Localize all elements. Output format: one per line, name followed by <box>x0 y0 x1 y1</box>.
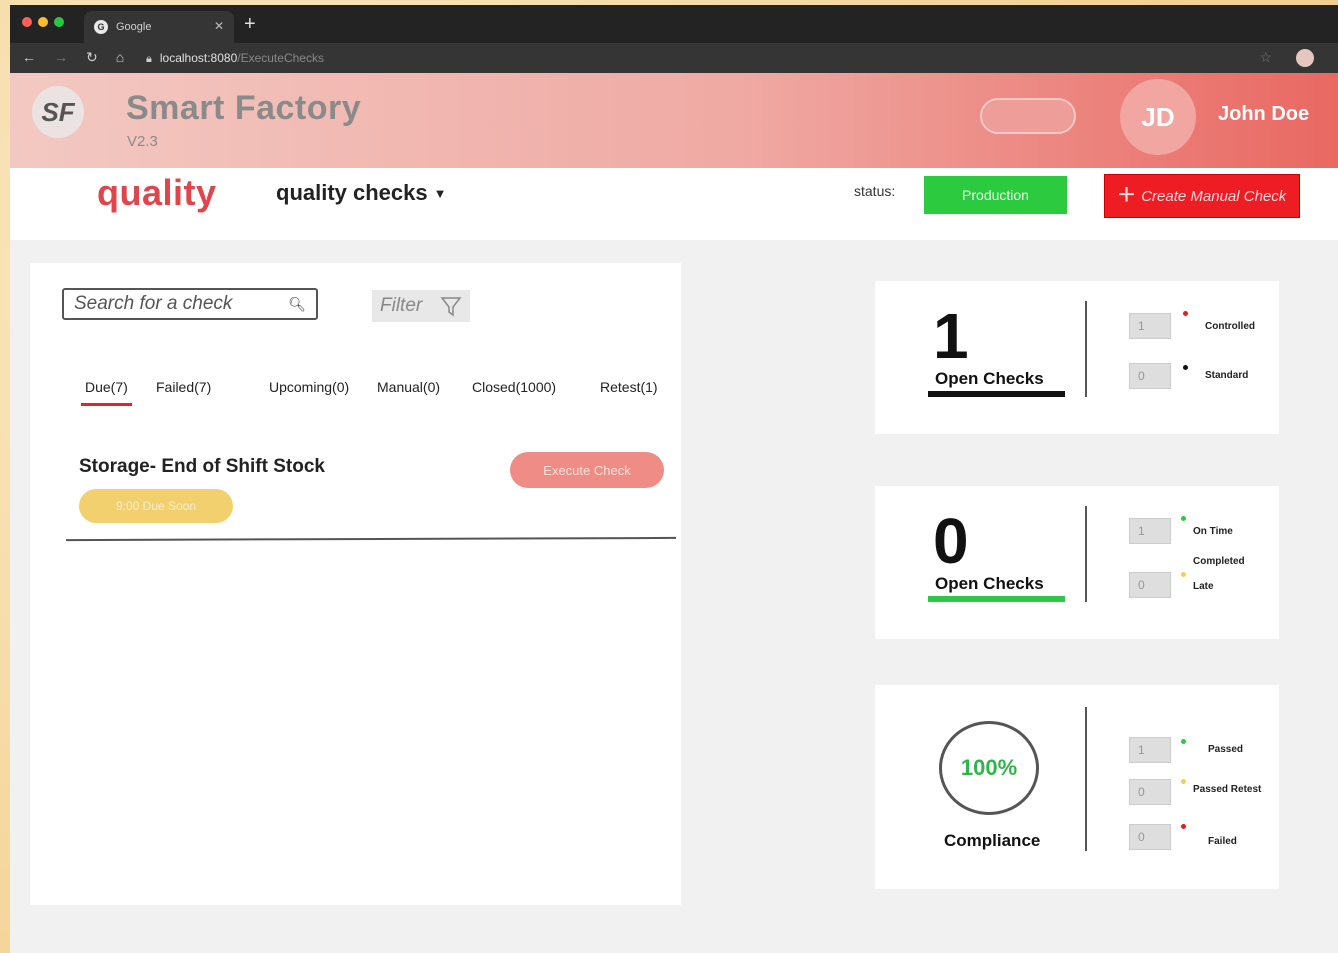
completed-checks-count: 0 <box>933 505 969 577</box>
browser-tabbar: G Google ✕ + <box>10 5 1338 43</box>
tab-manual[interactable]: Manual(0) <box>377 379 440 395</box>
controlled-count-box: 1 <box>1129 313 1171 339</box>
minimize-window-button[interactable] <box>38 17 48 27</box>
open-checks-underline <box>928 391 1065 397</box>
passed-retest-count-box: 0 <box>1129 779 1171 805</box>
status-label: status: <box>854 183 896 199</box>
google-icon: G <box>94 20 108 34</box>
completed-label: Completed <box>1193 556 1245 567</box>
execute-check-button[interactable]: Execute Check <box>510 452 664 488</box>
maximize-window-button[interactable] <box>54 17 64 27</box>
reload-icon[interactable]: ↻ <box>86 49 98 66</box>
filter-button[interactable]: Filter <box>372 290 470 322</box>
tab-upcoming[interactable]: Upcoming(0) <box>269 379 349 395</box>
passed-retest-label: Passed Retest <box>1193 784 1262 795</box>
url-host: localhost:8080 <box>159 51 238 65</box>
header-toggle-button[interactable] <box>980 98 1076 134</box>
address-bar[interactable]: 🔒︎ localhost:8080/ExecuteChecks <box>146 51 324 66</box>
list-divider <box>65 536 677 542</box>
url-path: /ExecuteChecks <box>237 51 324 65</box>
failed-label: Failed <box>1208 836 1237 847</box>
due-status-badge: 9:00 Due Soon <box>79 489 233 523</box>
passed-count-box: 1 <box>1129 737 1171 763</box>
app-title: Smart Factory <box>126 89 362 127</box>
compliance-card: 100% Compliance 1 Passed 0 Passed Retest… <box>875 685 1279 889</box>
failed-dot <box>1181 824 1186 829</box>
browser-tab[interactable]: G Google ✕ <box>84 11 234 43</box>
card-divider <box>1085 707 1087 851</box>
dropdown-label: quality checks <box>276 180 428 205</box>
home-icon[interactable]: ⌂ <box>116 49 124 66</box>
open-checks-count: 1 <box>933 300 969 372</box>
controlled-dot <box>1183 311 1188 316</box>
section-title: quality <box>97 172 217 213</box>
new-tab-icon[interactable]: + <box>244 13 256 36</box>
browser-window: G Google ✕ + ← → ↻ ⌂ 🔒︎ localhost:8080/Ex… <box>10 5 1338 953</box>
passed-label: Passed <box>1208 744 1244 755</box>
lock-icon: 🔒︎ <box>146 53 152 65</box>
app-version: V2.3 <box>127 133 158 150</box>
forward-arrow-icon[interactable]: → <box>54 49 68 66</box>
caret-down-icon: ▼ <box>433 186 447 201</box>
late-dot <box>1181 572 1186 577</box>
open-checks-card: 1 Open Checks 1 Controlled 0 Standard <box>875 281 1279 434</box>
late-count-box: 0 <box>1129 572 1171 598</box>
standard-dot <box>1183 365 1188 370</box>
window-controls <box>22 17 64 27</box>
standard-label: Standard <box>1205 370 1249 381</box>
card-divider <box>1085 301 1087 397</box>
card-divider <box>1085 506 1087 602</box>
on-time-dot <box>1181 516 1186 521</box>
failed-count-box: 0 <box>1129 824 1171 850</box>
search-box[interactable]: 🔍︎ <box>62 288 318 320</box>
late-label: Late <box>1193 581 1214 592</box>
passed-retest-dot <box>1181 779 1186 784</box>
create-manual-check-button[interactable]: + Create Manual Check <box>1104 174 1300 218</box>
create-manual-check-label: Create Manual Check <box>1141 187 1287 205</box>
close-window-button[interactable] <box>22 17 32 27</box>
app-header: SF Smart Factory V2.3 JD John Doe <box>10 73 1338 168</box>
standard-count-box: 0 <box>1129 363 1171 389</box>
check-tabs: Due(7) Failed(7) Upcoming(0) Manual(0) C… <box>30 379 681 409</box>
plus-icon: + <box>1117 177 1136 211</box>
sub-navigation: quality quality checks ▼ status: Producti… <box>10 168 1338 240</box>
check-item-title[interactable]: Storage- End of Shift Stock <box>79 456 325 478</box>
funnel-icon <box>440 295 462 317</box>
back-arrow-icon[interactable]: ← <box>22 49 36 66</box>
passed-dot <box>1181 739 1186 744</box>
browser-tab-title: Google <box>116 21 152 33</box>
controlled-label: Controlled <box>1205 321 1255 332</box>
browser-toolbar: ← → ↻ ⌂ 🔒︎ localhost:8080/ExecuteChecks ☆ <box>10 43 1338 73</box>
on-time-label: On Time <box>1193 526 1233 537</box>
app-logo[interactable]: SF <box>32 86 84 138</box>
user-name[interactable]: John Doe <box>1218 103 1309 126</box>
on-time-count-box: 1 <box>1129 518 1171 544</box>
status-production-button[interactable]: Production <box>924 176 1067 214</box>
quality-checks-dropdown[interactable]: quality checks ▼ <box>276 180 447 206</box>
completed-checks-card: 0 Open Checks 1 On Time Completed 0 Late <box>875 486 1279 639</box>
compliance-label: Compliance <box>944 831 1041 850</box>
filter-label: Filter <box>380 295 423 316</box>
search-icon[interactable]: 🔍︎ <box>288 296 306 313</box>
close-icon[interactable]: ✕ <box>214 19 224 33</box>
search-input[interactable] <box>74 293 274 315</box>
checks-panel: 🔍︎ Filter Due(7) Failed(7) Upcoming(0) M… <box>30 263 681 905</box>
tab-failed[interactable]: Failed(7) <box>156 379 211 395</box>
completed-checks-underline <box>928 596 1065 602</box>
tab-closed[interactable]: Closed(1000) <box>472 379 556 395</box>
bookmark-star-icon[interactable]: ☆ <box>1259 49 1272 66</box>
avatar[interactable]: JD <box>1120 79 1196 155</box>
open-checks-label: Open Checks <box>935 369 1044 388</box>
browser-profile-icon[interactable] <box>1296 49 1314 67</box>
tab-due[interactable]: Due(7) <box>81 379 132 406</box>
compliance-gauge: 100% <box>939 721 1039 815</box>
completed-checks-label: Open Checks <box>935 574 1044 593</box>
tab-retest[interactable]: Retest(1) <box>600 379 658 395</box>
